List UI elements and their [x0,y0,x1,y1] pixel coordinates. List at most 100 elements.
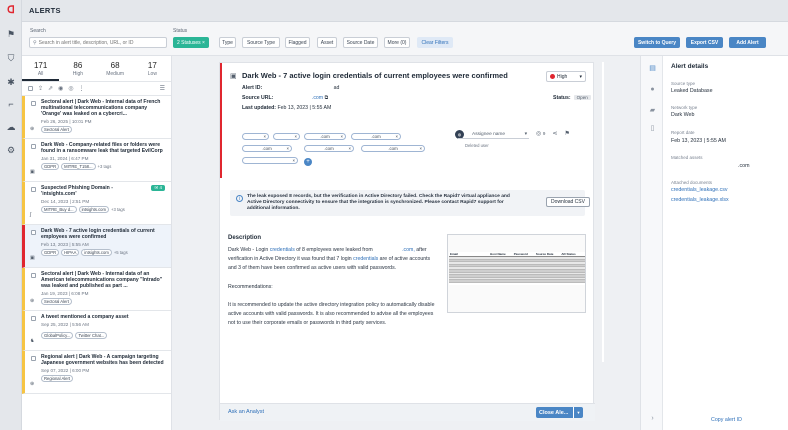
copy-alert-id-link[interactable]: Copy alert ID [711,417,742,423]
chevron-right-icon[interactable]: › [648,414,657,423]
copy-icon[interactable]: ⧉ [325,95,329,101]
count-medium-tab[interactable]: 68 Medium [97,56,134,81]
switch-to-query-button[interactable]: Switch to Query [634,37,680,48]
cloud-icon[interactable]: ☁ [5,121,17,133]
asset-pill[interactable]: × [242,133,269,140]
count-low-tab[interactable]: 17 Low [134,56,171,81]
chat-icon[interactable]: ▰ [648,105,657,114]
download-csv-button[interactable]: Download CSV [546,197,590,207]
select-all-checkbox[interactable] [28,86,33,91]
asset-pill[interactable]: .com × [242,145,292,152]
asset-pill[interactable]: .com × [361,145,425,152]
add-alert-button[interactable]: Add Alert [729,37,766,48]
credentials-link[interactable]: credentials [353,256,378,262]
search-icon: ⚲ [33,39,37,46]
document-icon[interactable]: ▯ [648,123,657,132]
item-date: Jan 31, 2024 | 6:47 PM [41,156,89,161]
severity-value: High [557,73,568,80]
document-link[interactable]: credentials_leakage.csv [671,187,728,193]
item-date: Sep 25, 2022 | 5:56 AM [41,322,89,327]
status-filter-chip[interactable]: 2 Statuses × [173,37,209,48]
alerts-icon[interactable]: ⚑ [5,28,17,40]
asset-pill[interactable]: .com × [304,145,354,152]
item-checkbox[interactable] [31,144,36,149]
count-number: 86 [73,61,83,70]
item-checkbox[interactable] [31,356,36,361]
flow-icon[interactable]: ⌐ [5,98,17,110]
top-bar: ALERTS [22,0,788,22]
item-date: Feb 26, 2025 | 10:01 PM [41,119,92,124]
filter-bar: Search ⚲ Status 2 Statuses × Type Source… [22,22,788,56]
count-number: 171 [33,61,48,70]
bug-icon[interactable]: ✱ [5,76,17,88]
item-checkbox[interactable] [31,187,36,192]
severity-select[interactable]: High ▾ [546,71,586,82]
share-icon[interactable]: ⋖ [552,130,557,137]
add-asset-button[interactable]: + [304,158,312,166]
list-item[interactable]: A tweet mentioned a company asset Sep 25… [22,311,171,351]
domain-link[interactable]: .com, [402,247,415,253]
list-item[interactable]: Sectoral alert | Dark Web - Internal dat… [22,268,171,311]
details-tab-icon[interactable]: ▤ [648,63,657,72]
list-item[interactable]: Regional alert | Dark Web - A campaign t… [22,351,171,394]
export-csv-button[interactable]: Export CSV [686,37,723,48]
count-all-tab[interactable]: 171 All [22,56,60,81]
description-text: Dark Web - Login credentials of 8 employ… [228,246,436,273]
list-item[interactable]: Sectoral alert | Dark Web - Internal dat… [22,96,171,139]
asset-pill[interactable]: × [273,133,300,140]
search-box[interactable]: ⚲ [29,37,167,48]
panel-tabs: ▤ ● ▰ ▯ › [641,56,663,430]
status-badge[interactable]: Open [573,95,591,100]
item-checkbox[interactable] [31,316,36,321]
globe-icon: ⊕ [30,298,35,304]
source-type-filter-button[interactable]: Source Type [242,37,280,48]
logo-icon[interactable]: ᗡ [5,5,17,17]
source-url-link[interactable]: .com [312,95,323,101]
document-link[interactable]: credentials_leakage.xlsx [671,197,729,203]
type-filter-button[interactable]: Type [219,37,236,48]
user-icon[interactable]: ◉ [58,85,63,92]
list-item[interactable]: Dark Web - Company-related files or fold… [22,139,171,182]
asset-pill[interactable]: × [242,157,298,164]
share-icon[interactable]: ⇗ [48,85,53,92]
eye-icon[interactable]: ◎ [68,85,73,92]
list-item[interactable]: Dark Web - 7 active login credentials of… [22,225,171,268]
assignee-select[interactable]: Assignee name ▾ [458,130,529,139]
source-date-filter-button[interactable]: Source Date [343,37,378,48]
eye-icon[interactable]: ◎ 9 [536,130,545,137]
more-filters-button[interactable]: More (0) [384,37,410,48]
leak-preview-image[interactable]: Email Host Name Password Source Date AD Stat… [447,234,586,313]
item-checkbox[interactable] [31,101,36,106]
asset-pill[interactable]: .com × [304,133,346,140]
search-input[interactable] [38,39,159,46]
preview-col: Source Date [535,252,554,256]
flag-icon[interactable]: ⚑ [564,130,569,137]
scrollbar[interactable] [602,62,604,362]
asset-filter-button[interactable]: Asset [317,37,337,48]
list-item[interactable]: Suspected Phishing Domain - 'intsights.c… [22,182,171,225]
chevron-down-icon[interactable]: ▼ [573,407,583,418]
tag: MITRE_T158... [61,163,96,170]
source-type-value: Leaked Database [671,88,713,94]
gear-icon[interactable]: ⚙ [5,144,17,156]
item-title: Suspected Phishing Domain - 'intsights.c… [41,185,113,197]
credentials-link[interactable]: credentials [270,247,295,253]
ask-analyst-link[interactable]: Ask an Analyst [228,409,264,415]
item-checkbox[interactable] [31,273,36,278]
close-alert-button[interactable]: Close Ale... ▼ [536,407,583,418]
lock-icon: ▣ [30,169,35,175]
clear-filters-button[interactable]: Clear Filters [417,37,453,48]
item-title: Sectoral alert | Dark Web - Internal dat… [41,271,163,289]
count-high-tab[interactable]: 86 High [59,56,96,81]
sort-icon[interactable]: ☰ [160,85,165,92]
details-title: Alert details [671,63,709,70]
shield-icon[interactable]: ⛉ [5,52,17,64]
preview-table: Email Host Name Password Source Date AD Stat… [449,252,585,285]
assign-icon[interactable]: ⇪ [38,85,43,92]
globe-icon: ⊕ [30,381,35,387]
more-icon[interactable]: ⋮ [79,85,85,92]
info-icon[interactable]: ● [648,85,657,94]
flagged-filter-button[interactable]: Flagged [285,37,310,48]
asset-pill[interactable]: .com × [351,133,401,140]
item-checkbox[interactable] [31,230,36,235]
